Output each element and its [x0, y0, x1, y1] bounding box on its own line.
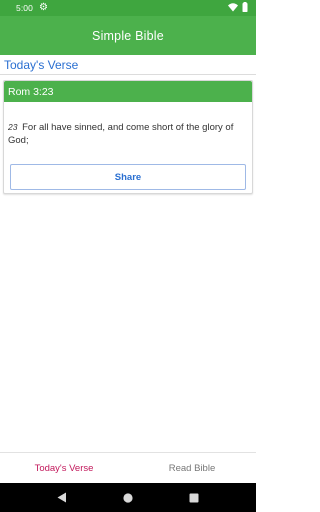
tab-label: Read Bible [168, 462, 216, 474]
system-nav-bar [0, 483, 256, 512]
back-icon[interactable] [57, 492, 67, 503]
wifi-icon [228, 2, 238, 14]
home-icon[interactable] [123, 492, 133, 503]
status-left: 5:00 ⚙ [16, 2, 48, 14]
tab-todays-verse[interactable]: Today's Verse [0, 453, 128, 483]
verse-text: For all have sinned, and come short of t… [8, 122, 234, 146]
verse-number: 23 [8, 122, 18, 132]
share-button-label: Share [114, 171, 142, 183]
tab-label: Today's Verse [34, 462, 94, 474]
share-button[interactable]: Share [10, 164, 246, 190]
status-time: 5:00 [16, 3, 33, 13]
section-title: Today's Verse [4, 57, 79, 72]
app-bar: Simple Bible [0, 16, 256, 55]
gear-icon: ⚙ [38, 2, 48, 13]
bottom-tab-bar: Today's Verse Read Bible [0, 452, 256, 483]
app-screen: 5:00 ⚙ Simple Bible Today's Verse Rom 3:… [0, 0, 256, 512]
section-header: Today's Verse [0, 55, 256, 75]
tab-read-bible[interactable]: Read Bible [128, 453, 256, 483]
verse-body: 23 For all have sinned, and come short o… [4, 102, 252, 164]
verse-card: Rom 3:23 23 For all have sinned, and com… [3, 80, 253, 194]
verse-reference: Rom 3:23 [8, 85, 54, 98]
battery-icon [242, 2, 248, 14]
verse-reference-bar: Rom 3:23 [4, 81, 252, 102]
status-bar: 5:00 ⚙ [0, 0, 256, 16]
recents-icon[interactable] [189, 493, 199, 503]
status-right [228, 2, 248, 14]
app-title: Simple Bible [92, 28, 164, 43]
